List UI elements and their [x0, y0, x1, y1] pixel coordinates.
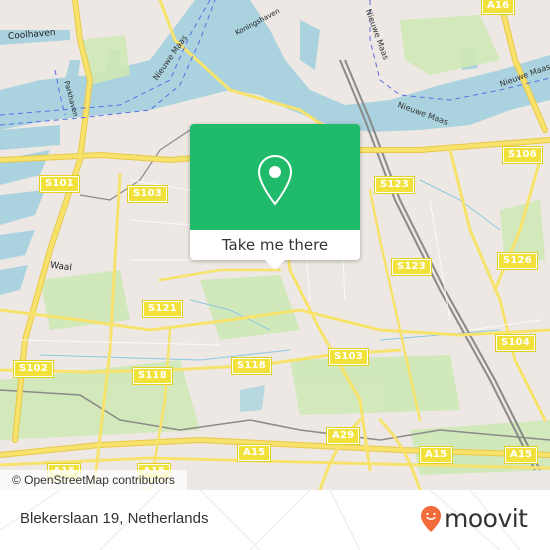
- road-shield-s103: S103: [328, 348, 369, 366]
- road-shield-s118: S118: [231, 357, 272, 375]
- road-shield-s106: S106: [502, 146, 543, 164]
- road-shield-s101: S101: [39, 175, 80, 193]
- road-shield-a15: A15: [236, 444, 272, 462]
- map-attribution[interactable]: © OpenStreetMap contributors: [0, 470, 187, 490]
- take-me-there-button[interactable]: Take me there: [190, 230, 360, 260]
- road-shield-a29: A29: [325, 427, 361, 445]
- moovit-smile-pin-icon: [421, 505, 441, 532]
- moovit-logo[interactable]: moovit: [420, 504, 528, 533]
- road-shield-a15: A15: [503, 446, 539, 464]
- road-shield-s102: S102: [13, 360, 54, 378]
- road-shield-s123: S123: [374, 176, 415, 194]
- road-shield-s103: S103: [127, 185, 168, 203]
- moovit-wordmark: moovit: [444, 504, 528, 533]
- road-shield-s118: S118: [132, 367, 173, 385]
- road-shield-s104: S104: [495, 334, 536, 352]
- map[interactable]: Coolhaven Parkhaven Koningshaven Waal Ni…: [0, 0, 550, 490]
- location-popup[interactable]: Take me there: [190, 124, 360, 270]
- road-shield-s126: S126: [497, 252, 538, 270]
- popup-header: [190, 124, 360, 230]
- footer: Blekerslaan 19, Netherlands moovit: [0, 490, 550, 550]
- road-shield-a16: A16: [480, 0, 516, 15]
- road-shield-a15: A15: [418, 446, 454, 464]
- popup-pointer: [265, 260, 285, 270]
- road-shield-s123: S123: [391, 258, 432, 276]
- address-text: Blekerslaan 19, Netherlands: [20, 510, 209, 527]
- road-shield-s121: S121: [142, 300, 183, 318]
